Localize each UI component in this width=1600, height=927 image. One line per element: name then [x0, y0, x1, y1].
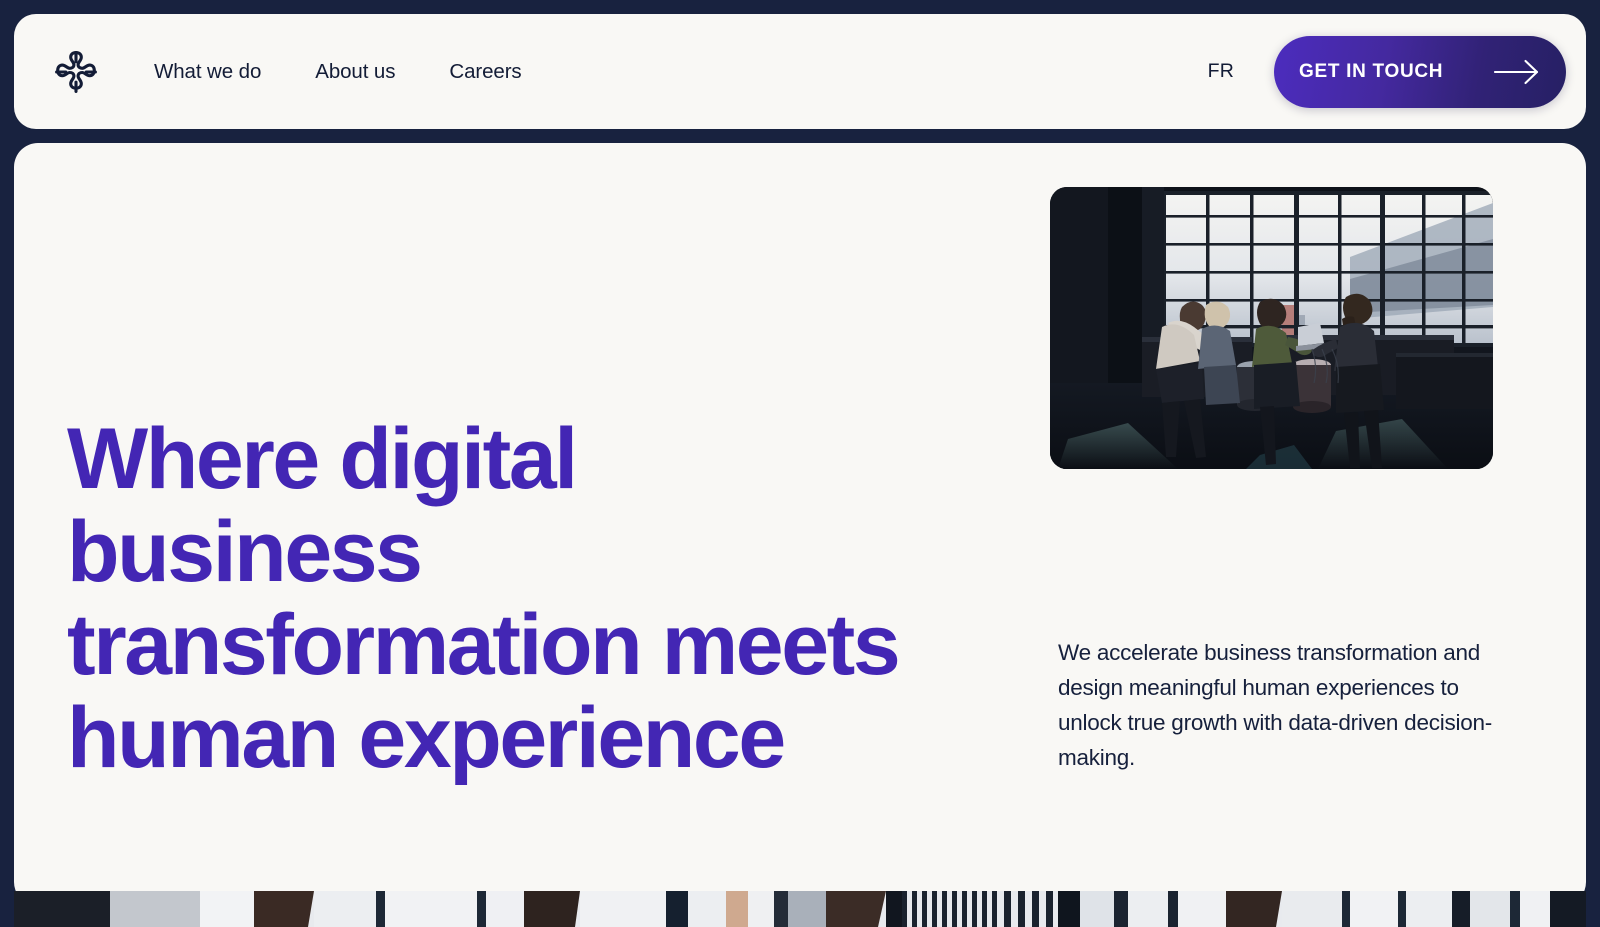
arrow-right-icon — [1494, 59, 1539, 84]
language-switcher[interactable]: FR — [1208, 60, 1234, 83]
office-meeting-photo — [1050, 187, 1493, 469]
main-nav: What we do About us Careers — [154, 60, 522, 84]
hero-title-line-3: transformation meets — [67, 597, 901, 693]
hero-title: Where digital business transformation me… — [67, 413, 1027, 785]
hero-title-line-4: human experience — [67, 690, 786, 786]
get-in-touch-label: GET IN TOUCH — [1299, 60, 1444, 82]
office-meeting-illustration — [1050, 187, 1493, 469]
asterisk-logo-icon[interactable] — [52, 48, 100, 96]
header-actions: FR GET IN TOUCH — [1208, 35, 1566, 108]
secondary-office-illustration — [14, 891, 1586, 927]
hero-title-line-1: Where digital — [67, 411, 578, 507]
nav-item-careers[interactable]: Careers — [449, 60, 521, 84]
nav-item-about-us[interactable]: About us — [315, 60, 395, 84]
site-header: What we do About us Careers FR GET IN TO… — [14, 14, 1586, 129]
secondary-office-photo — [14, 891, 1586, 927]
hero-title-line-2: business — [67, 504, 423, 600]
hero-description: We accelerate business transformation an… — [1058, 640, 1492, 770]
nav-item-what-we-do[interactable]: What we do — [154, 60, 261, 84]
get-in-touch-button[interactable]: GET IN TOUCH — [1274, 35, 1566, 108]
hero-section: Where digital business transformation me… — [14, 143, 1586, 906]
page-root: What we do About us Careers FR GET IN TO… — [0, 0, 1600, 927]
